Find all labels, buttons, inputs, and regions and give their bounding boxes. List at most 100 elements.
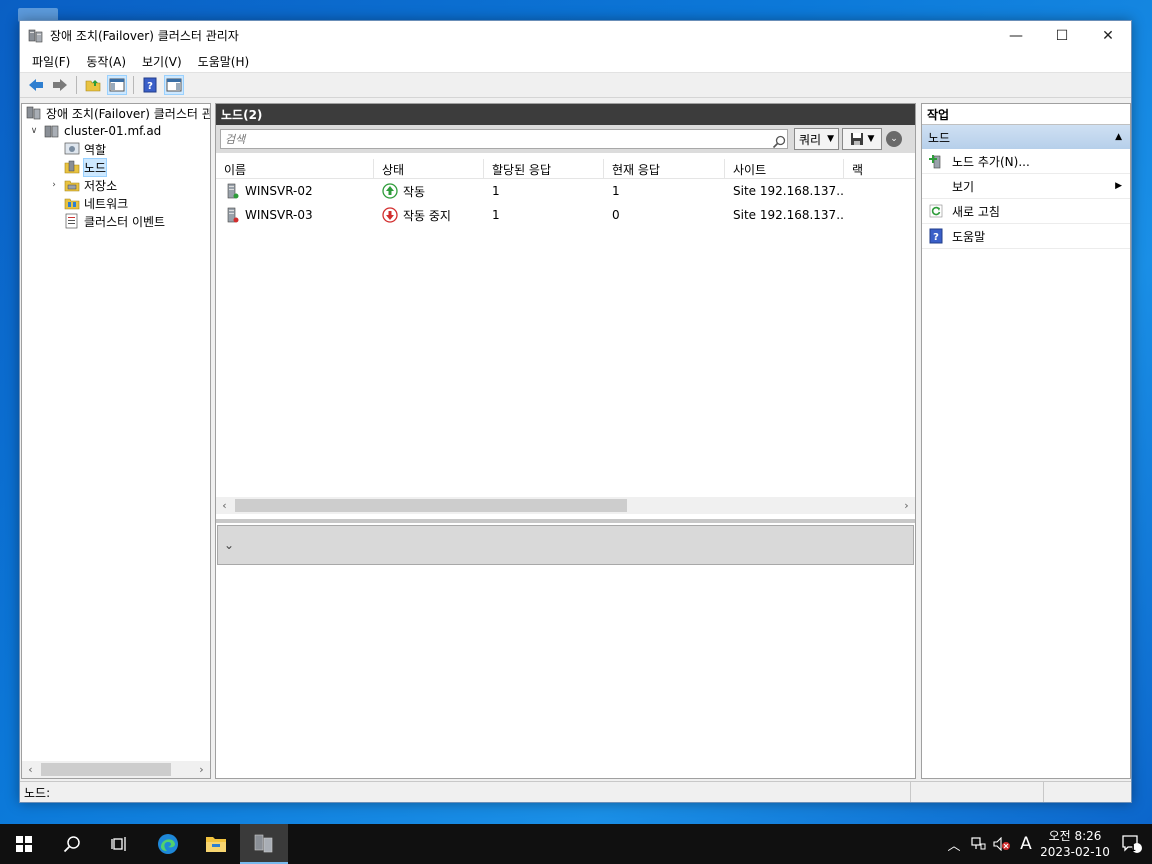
table-header: 이름 상태 할당된 응답 현재 응답 사이트 랙	[216, 159, 915, 179]
refresh-icon	[928, 203, 944, 219]
tree-cluster[interactable]: ∨ cluster-01.mf.ad	[22, 122, 210, 140]
chevron-up-icon[interactable]: ︿	[942, 824, 966, 864]
console-tree-icon	[109, 78, 125, 92]
search-button[interactable]	[48, 824, 96, 864]
table-row[interactable]: WINSVR-02 작동 1 1 Site 192.168.137.…	[216, 179, 915, 203]
cluster-manager-icon	[26, 105, 42, 121]
window-title: 장애 조치(Failover) 클러스터 관리자	[50, 29, 239, 43]
table-row[interactable]: WINSVR-03 작동 중지 1 0 Site 192.168.137.…	[216, 203, 915, 227]
taskbar-app-failover-cluster-manager[interactable]	[240, 824, 288, 864]
svg-text:?: ?	[933, 232, 939, 243]
menu-help[interactable]: 도움말(H)	[190, 53, 258, 70]
search-icon[interactable]	[772, 135, 786, 149]
tree-horizontal-scrollbar[interactable]: ‹ ›	[22, 761, 210, 778]
cluster-icon	[44, 123, 60, 139]
column-header-rack[interactable]: 랙	[844, 159, 915, 179]
notification-center-button[interactable]: 1	[1112, 824, 1152, 864]
up-folder-button[interactable]	[83, 75, 103, 95]
arrow-right-icon	[53, 79, 67, 91]
menu-action[interactable]: 동작(A)	[78, 53, 134, 70]
taskbar-app-edge[interactable]	[144, 824, 192, 864]
column-header-current-vote[interactable]: 현재 응답	[604, 159, 725, 179]
help-button[interactable]: ?	[140, 75, 160, 95]
column-header-assigned-vote[interactable]: 할당된 응답	[484, 159, 604, 179]
tree-item-nodes[interactable]: 노드	[22, 157, 210, 177]
show-hide-action-pane-button[interactable]	[164, 75, 184, 95]
menu-file[interactable]: 파일(F)	[24, 53, 78, 70]
tree-item-storage[interactable]: › 저장소	[22, 176, 210, 194]
maximize-button[interactable]: ☐	[1039, 21, 1085, 50]
search-input[interactable]	[220, 129, 788, 149]
scrollbar-thumb[interactable]	[235, 499, 627, 512]
action-add-node[interactable]: 노드 추가(N)...	[922, 149, 1130, 174]
status-cell	[911, 782, 1044, 802]
tree-item-roles[interactable]: 역할	[22, 140, 210, 158]
tree-item-label: 네트워크	[84, 196, 129, 211]
action-view[interactable]: 보기 ▶	[922, 174, 1130, 199]
tree-root[interactable]: 장애 조치(Failover) 클러스터 관	[22, 104, 210, 122]
actions-section-nodes[interactable]: 노드 ▲	[922, 125, 1130, 149]
show-hide-tree-button[interactable]	[107, 75, 127, 95]
edge-browser-icon	[158, 834, 178, 854]
clock[interactable]: 오전 8:26 2023-02-10	[1038, 828, 1112, 860]
nodes-icon	[64, 159, 80, 175]
chevron-down-icon[interactable]: ⌄	[224, 538, 234, 552]
status-bar: 노드:	[20, 781, 1131, 802]
pane-splitter[interactable]	[216, 519, 915, 523]
tree-item-networks[interactable]: 네트워크	[22, 194, 210, 212]
save-icon	[850, 133, 863, 145]
app-window: 장애 조치(Failover) 클러스터 관리자 — ☐ ✕ 파일(F) 동작(…	[19, 20, 1132, 803]
input-method-indicator[interactable]: A	[1014, 824, 1038, 864]
taskbar-app-file-explorer[interactable]	[192, 824, 240, 864]
volume-muted-icon[interactable]	[990, 824, 1014, 864]
cluster-manager-icon	[28, 28, 44, 44]
node-rack	[844, 203, 915, 227]
nodes-table: 이름 상태 할당된 응답 현재 응답 사이트 랙 WINSVR-02 작동 1 …	[216, 159, 915, 227]
svg-text:?: ?	[147, 81, 153, 92]
network-icon	[64, 195, 80, 211]
task-view-button[interactable]	[96, 824, 144, 864]
search-icon	[63, 836, 80, 853]
current-vote: 1	[612, 184, 620, 198]
save-query-button[interactable]: ▼	[842, 128, 883, 150]
column-header-status[interactable]: 상태	[374, 159, 484, 179]
start-button[interactable]	[0, 824, 48, 864]
scroll-right-icon[interactable]: ›	[193, 763, 210, 776]
network-icon[interactable]	[966, 824, 990, 864]
roles-icon	[64, 141, 80, 157]
table-horizontal-scrollbar[interactable]: ‹ ›	[216, 497, 915, 514]
tree-item-label: 노드	[82, 157, 108, 177]
menu-view[interactable]: 보기(V)	[134, 53, 190, 70]
actions-pane: 작업 노드 ▲ 노드 추가(N)... 보기 ▶ 새로 고침 ? 도움말	[921, 103, 1131, 779]
tree-item-cluster-events[interactable]: 클러스터 이벤트	[22, 212, 210, 230]
query-button[interactable]: 쿼리 ▼	[794, 128, 840, 150]
clock-date: 2023-02-10	[1040, 845, 1110, 859]
minimize-button[interactable]: —	[993, 21, 1039, 50]
column-header-name[interactable]: 이름	[216, 159, 374, 179]
details-panel-header[interactable]: ⌄	[217, 525, 914, 565]
status-up-icon	[382, 183, 398, 199]
node-name: WINSVR-02	[245, 184, 313, 198]
collapse-up-icon[interactable]: ▲	[1115, 132, 1122, 142]
events-icon	[64, 213, 80, 229]
scroll-right-icon[interactable]: ›	[898, 499, 915, 512]
console-tree: 장애 조치(Failover) 클러스터 관 ∨ cluster-01.mf.a…	[21, 103, 211, 779]
chevron-right-icon[interactable]: ›	[48, 179, 60, 191]
scrollbar-thumb[interactable]	[41, 763, 171, 776]
collapse-search-button[interactable]: ⌄	[886, 131, 903, 147]
action-label: 노드 추가(N)...	[952, 154, 1030, 169]
scroll-left-icon[interactable]: ‹	[22, 763, 39, 776]
action-refresh[interactable]: 새로 고침	[922, 199, 1130, 224]
current-vote: 0	[612, 208, 620, 222]
status-cell	[1044, 782, 1130, 802]
windows-logo-icon	[16, 836, 32, 852]
forward-button[interactable]	[50, 75, 70, 95]
close-button[interactable]: ✕	[1085, 21, 1131, 50]
scroll-left-icon[interactable]: ‹	[216, 499, 233, 512]
action-help[interactable]: ? 도움말	[922, 224, 1130, 249]
node-status: 작동	[403, 184, 426, 199]
column-header-site[interactable]: 사이트	[725, 159, 844, 179]
title-bar: 장애 조치(Failover) 클러스터 관리자 — ☐ ✕	[20, 21, 1131, 50]
back-button[interactable]	[26, 75, 46, 95]
chevron-down-icon[interactable]: ∨	[28, 125, 40, 137]
